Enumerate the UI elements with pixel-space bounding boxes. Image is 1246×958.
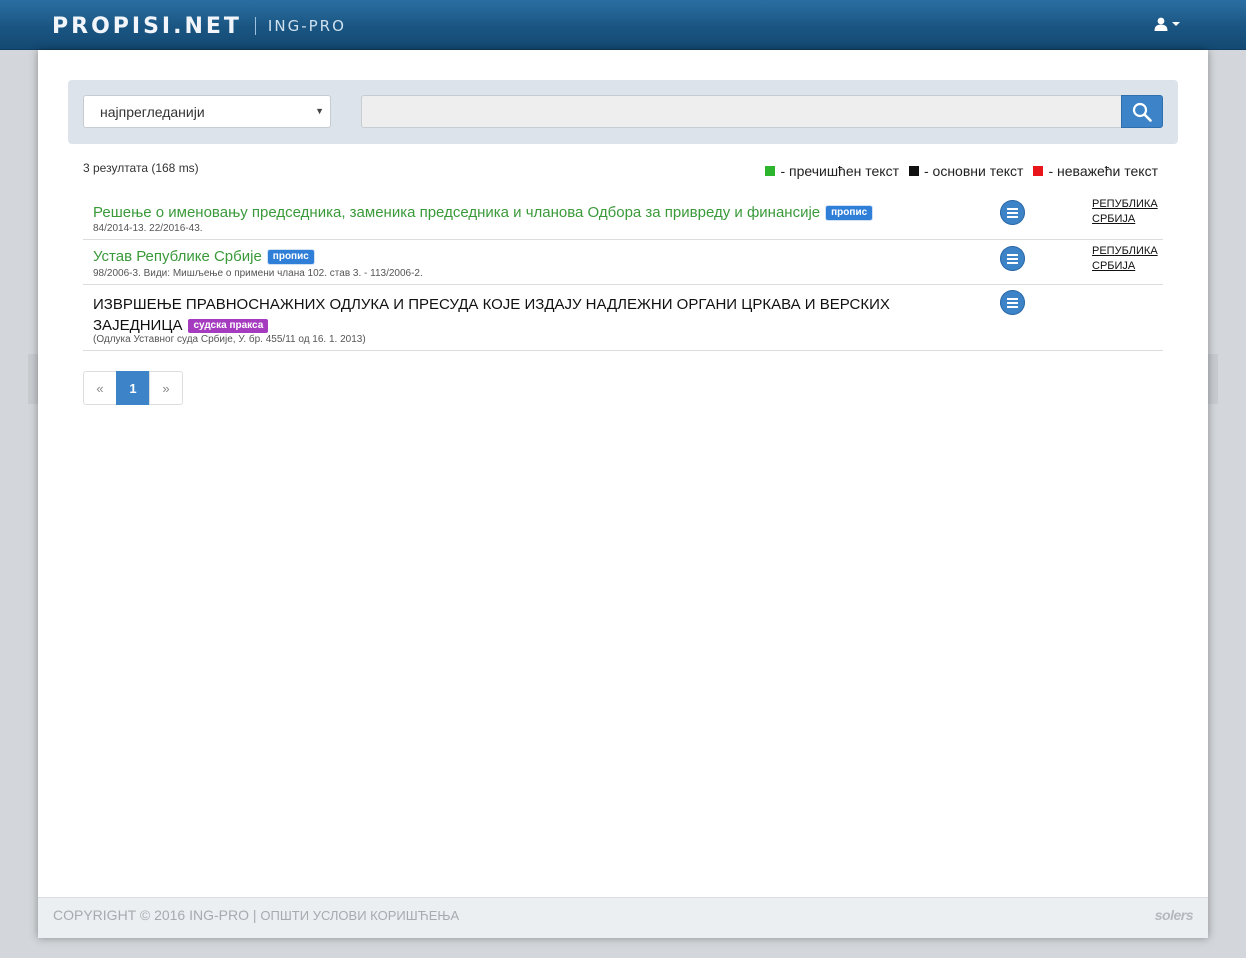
result-title-text: Устав Републике Србије: [93, 248, 262, 265]
caret-down-icon: [1172, 22, 1180, 26]
footer-separator: |: [252, 907, 257, 923]
red-square-icon: [1033, 166, 1044, 176]
result-meta: (Одлука Уставног суда Србије, У. бр. 455…: [93, 334, 366, 345]
result-title-link[interactable]: Решење о именовању председника, заменика…: [93, 202, 903, 223]
sort-select-value: најпрегледанији: [100, 103, 205, 120]
legend-label: - пречишћен текст: [780, 163, 899, 179]
result-menu-button[interactable]: [1000, 290, 1025, 315]
jurisdiction-link[interactable]: РЕПУБЛИКА СРБИЈА: [1092, 197, 1162, 227]
terms-link[interactable]: ОПШТИ УСЛОВИ КОРИШЋЕЊА: [260, 908, 459, 923]
result-count: 3 резултата (168 ms): [83, 161, 199, 175]
copyright: COPYRIGHT © 2016 ING-PRO | ОПШТИ УСЛОВИ …: [53, 907, 459, 923]
search-panel: најпрегледанији ▼: [68, 80, 1178, 144]
footer: COPYRIGHT © 2016 ING-PRO | ОПШТИ УСЛОВИ …: [38, 897, 1208, 938]
sort-select[interactable]: најпрегледанији ▼: [83, 95, 331, 128]
type-badge: судска пракса: [188, 319, 269, 333]
search-input[interactable]: [361, 95, 1121, 128]
result-menu-button[interactable]: [1000, 200, 1025, 225]
solers-logo[interactable]: solers: [1155, 907, 1194, 923]
search-icon: [1132, 102, 1152, 122]
result-row: ИЗВРШЕЊЕ ПРАВНОСНАЖНИХ ОДЛУКА И ПРЕСУДА …: [83, 285, 1163, 351]
dropdown-arrow-icon: ▼: [315, 106, 324, 116]
pagination: « 1 »: [83, 371, 183, 405]
results-list: Решење о именовању председника, заменика…: [83, 190, 1163, 351]
legend-label: - неважећи текст: [1048, 163, 1158, 179]
pagination-prev[interactable]: «: [83, 371, 117, 405]
logo-sub-text: ING-PRO: [267, 17, 346, 35]
legend: - пречишћен текст - основни текст - нева…: [755, 163, 1158, 179]
logo-separator: [254, 17, 256, 35]
result-title-link[interactable]: ИЗВРШЕЊЕ ПРАВНОСНАЖНИХ ОДЛУКА И ПРЕСУДА …: [93, 294, 903, 336]
legend-label: - основни текст: [923, 163, 1024, 179]
logo[interactable]: PROPISI.NET ING-PRO: [52, 13, 346, 39]
user-icon: [1154, 17, 1168, 31]
legend-item-invalid: - неважећи текст: [1033, 163, 1158, 179]
user-menu-button[interactable]: [1154, 14, 1180, 34]
result-meta: 98/2006-3. Види: Мишљење о примени члана…: [93, 268, 423, 279]
top-navbar: PROPISI.NET ING-PRO: [0, 0, 1246, 50]
type-badge: пропис: [267, 250, 314, 264]
legend-item-basic: - основни текст: [908, 163, 1024, 179]
legend-item-clean: - пречишћен текст: [765, 163, 899, 179]
pagination-next[interactable]: »: [149, 371, 183, 405]
result-menu-button[interactable]: [1000, 246, 1025, 271]
result-title-text: Решење о именовању председника, заменика…: [93, 204, 821, 221]
search-button[interactable]: [1121, 95, 1163, 128]
result-row: Решење о именовању председника, заменика…: [83, 190, 1163, 240]
black-square-icon: [908, 166, 919, 176]
logo-main-text: PROPISI.NET: [52, 13, 242, 39]
result-meta: 84/2014-13. 22/2016-43.: [93, 223, 203, 234]
result-title-link[interactable]: Устав Републике Србије пропис: [93, 246, 903, 267]
result-row: Устав Републике Србије пропис 98/2006-3. …: [83, 240, 1163, 285]
copyright-text: COPYRIGHT © 2016 ING-PRO: [53, 907, 249, 923]
green-square-icon: [765, 166, 776, 176]
pagination-page-1[interactable]: 1: [116, 371, 150, 405]
main-container: најпрегледанији ▼ 3 резултата (168 ms) -…: [38, 50, 1208, 938]
jurisdiction-link[interactable]: РЕПУБЛИКА СРБИЈА: [1092, 244, 1162, 274]
type-badge: пропис: [826, 206, 873, 220]
